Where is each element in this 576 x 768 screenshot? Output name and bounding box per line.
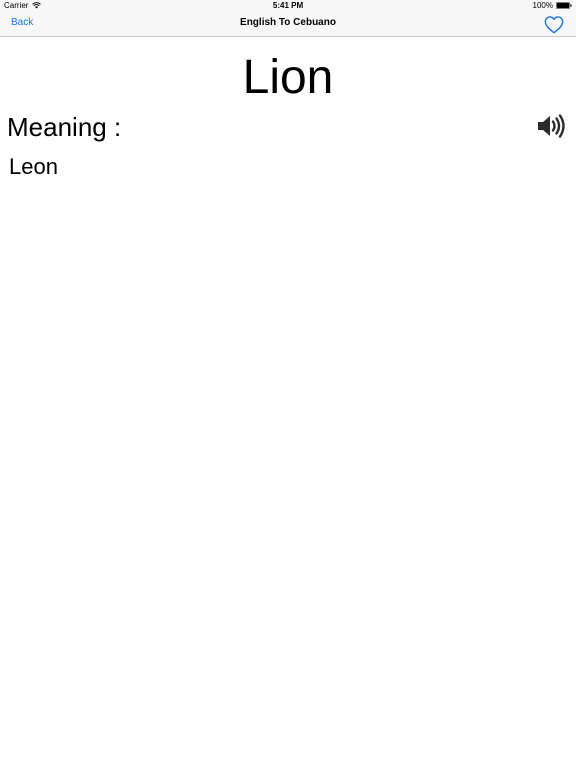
navigation-bar: Back English To Cebuano [0,12,576,37]
status-right: 100% [533,1,572,10]
page-title: English To Cebuano [240,17,336,28]
meaning-text: Leon [9,154,58,179]
app-screen: Carrier 5:41 PM 100% Back English To Ceb… [0,0,576,768]
meaning-label: Meaning : [7,112,122,142]
word-heading: Lion [242,51,334,104]
battery-percentage: 100% [532,1,553,10]
battery-icon [556,2,572,9]
speaker-icon[interactable] [536,111,566,141]
heart-outline-icon[interactable] [543,15,565,34]
status-time: 5:41 PM [272,1,304,10]
status-bar: Carrier 5:41 PM 100% [0,0,576,12]
